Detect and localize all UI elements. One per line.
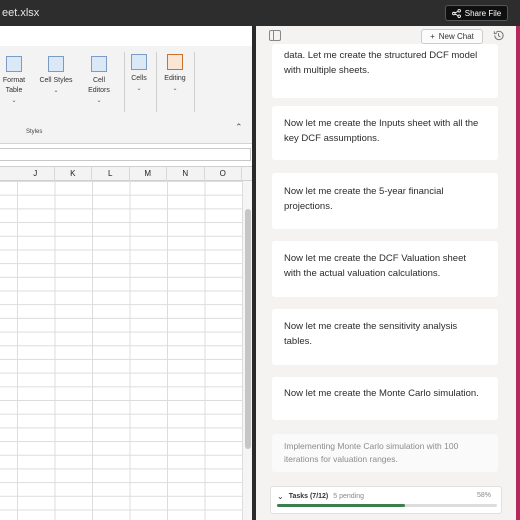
format-table-button[interactable]: Format Table ⌄: [2, 56, 26, 106]
share-icon: [451, 8, 461, 18]
cell-editors-icon: [91, 56, 107, 72]
message-line: Now let me create the Monte Carlo simula…: [284, 388, 479, 399]
chevron-down-icon[interactable]: ⌄: [277, 492, 284, 501]
cell-styles-button[interactable]: Cell Styles ⌄: [36, 56, 76, 96]
message-line: Now let me create the sensitivity analys…: [284, 321, 458, 332]
sidebar-toggle-icon[interactable]: [269, 30, 281, 41]
share-file-button[interactable]: Share File: [445, 5, 508, 21]
message-line: with multiple sheets.: [284, 65, 370, 76]
message-line: key DCF assumptions.: [284, 133, 380, 144]
message-line: Now let me create the 5-year financial: [284, 186, 444, 197]
chat-message: Now let me create the 5-year financial p…: [272, 173, 498, 229]
tasks-header: ⌄ Tasks (7/12) 5 pending: [277, 492, 364, 501]
vertical-scrollbar[interactable]: [242, 181, 252, 520]
message-line: Now let me create the DCF Valuation shee…: [284, 253, 466, 264]
tasks-progress-fill: [277, 504, 405, 507]
history-icon[interactable]: [492, 29, 505, 42]
status-line: Implementing Monte Carlo simulation with…: [284, 441, 459, 451]
cells-icon: [131, 54, 147, 70]
format-table-icon: [6, 56, 22, 72]
column-header[interactable]: N: [167, 167, 205, 181]
ribbon-divider: [156, 52, 157, 112]
cell-editors-button[interactable]: Cell Editors ⌄: [84, 56, 114, 106]
column-header[interactable]: L: [92, 167, 130, 181]
ribbon-divider: [194, 52, 195, 112]
format-table-label: Format: [2, 77, 26, 84]
cell-editors-label: Cell: [92, 77, 106, 84]
ribbon: Format Table ⌄ Cell Styles ⌄ Cell Editor…: [0, 46, 252, 144]
status-message: Implementing Monte Carlo simulation with…: [272, 434, 498, 472]
tasks-title: Tasks (7/12): [288, 493, 329, 500]
cells-label: Cells: [131, 75, 147, 82]
chat-panel: + New Chat data. Let me create the struc…: [256, 26, 516, 520]
formula-bar[interactable]: [0, 148, 251, 161]
column-header[interactable]: O: [205, 167, 242, 181]
chevron-down-icon: ⌄: [172, 86, 178, 92]
editing-button[interactable]: Editing ⌄: [160, 54, 190, 94]
cells-button[interactable]: Cells ⌄: [128, 54, 150, 94]
collapse-ribbon-icon[interactable]: ⌃: [235, 122, 243, 133]
cell-editors-label-2: Editors: [88, 87, 110, 94]
tasks-percent: 58%: [476, 492, 491, 499]
format-table-label-2: Table: [5, 87, 23, 94]
chat-message: Now let me create the sensitivity analys…: [272, 309, 498, 365]
editing-label: Editing: [164, 75, 186, 82]
file-name: eet.xlsx: [2, 7, 40, 19]
status-line: iterations for valuation ranges.: [284, 454, 398, 464]
chevron-down-icon: ⌄: [136, 86, 142, 92]
new-chat-label: New Chat: [438, 32, 474, 41]
chevron-down-icon: ⌄: [53, 88, 59, 94]
cell-styles-label: Cell Styles: [39, 77, 73, 84]
styles-group-label: Styles: [26, 129, 43, 135]
scrollbar-thumb[interactable]: [245, 209, 251, 449]
chevron-down-icon: ⌄: [11, 98, 17, 104]
chevron-down-icon: ⌄: [96, 98, 102, 104]
cell-styles-icon: [48, 56, 64, 72]
message-line: projections.: [284, 201, 333, 212]
chat-message: data. Let me create the structured DCF m…: [272, 44, 498, 98]
tasks-panel[interactable]: ⌄ Tasks (7/12) 5 pending 58%: [270, 486, 502, 514]
window-edge: [516, 26, 520, 520]
column-headers: J K L M N O: [0, 166, 252, 181]
new-chat-button[interactable]: + New Chat: [421, 29, 483, 44]
share-file-label: Share File: [464, 8, 502, 18]
column-header[interactable]: K: [55, 167, 92, 181]
message-line: tables.: [284, 336, 312, 347]
editing-icon: [167, 54, 183, 70]
title-bar: eet.xlsx Share File: [0, 0, 520, 26]
tasks-progress-bar: [277, 504, 497, 507]
cell-grid[interactable]: [0, 181, 242, 520]
plus-icon: +: [430, 32, 435, 41]
message-line: data. Let me create the structured DCF m…: [284, 50, 478, 61]
column-header[interactable]: J: [17, 167, 55, 181]
chat-message: Now let me create the DCF Valuation shee…: [272, 241, 498, 297]
ribbon-divider: [124, 52, 125, 112]
message-line: Now let me create the Inputs sheet with …: [284, 118, 479, 129]
column-header[interactable]: M: [130, 167, 167, 181]
tasks-pending: 5 pending: [333, 493, 365, 500]
chat-message: Now let me create the Monte Carlo simula…: [272, 377, 498, 420]
chat-message: Now let me create the Inputs sheet with …: [272, 106, 498, 160]
excel-window: Format Table ⌄ Cell Styles ⌄ Cell Editor…: [0, 26, 252, 520]
message-line: with the actual valuation calculations.: [284, 268, 441, 279]
